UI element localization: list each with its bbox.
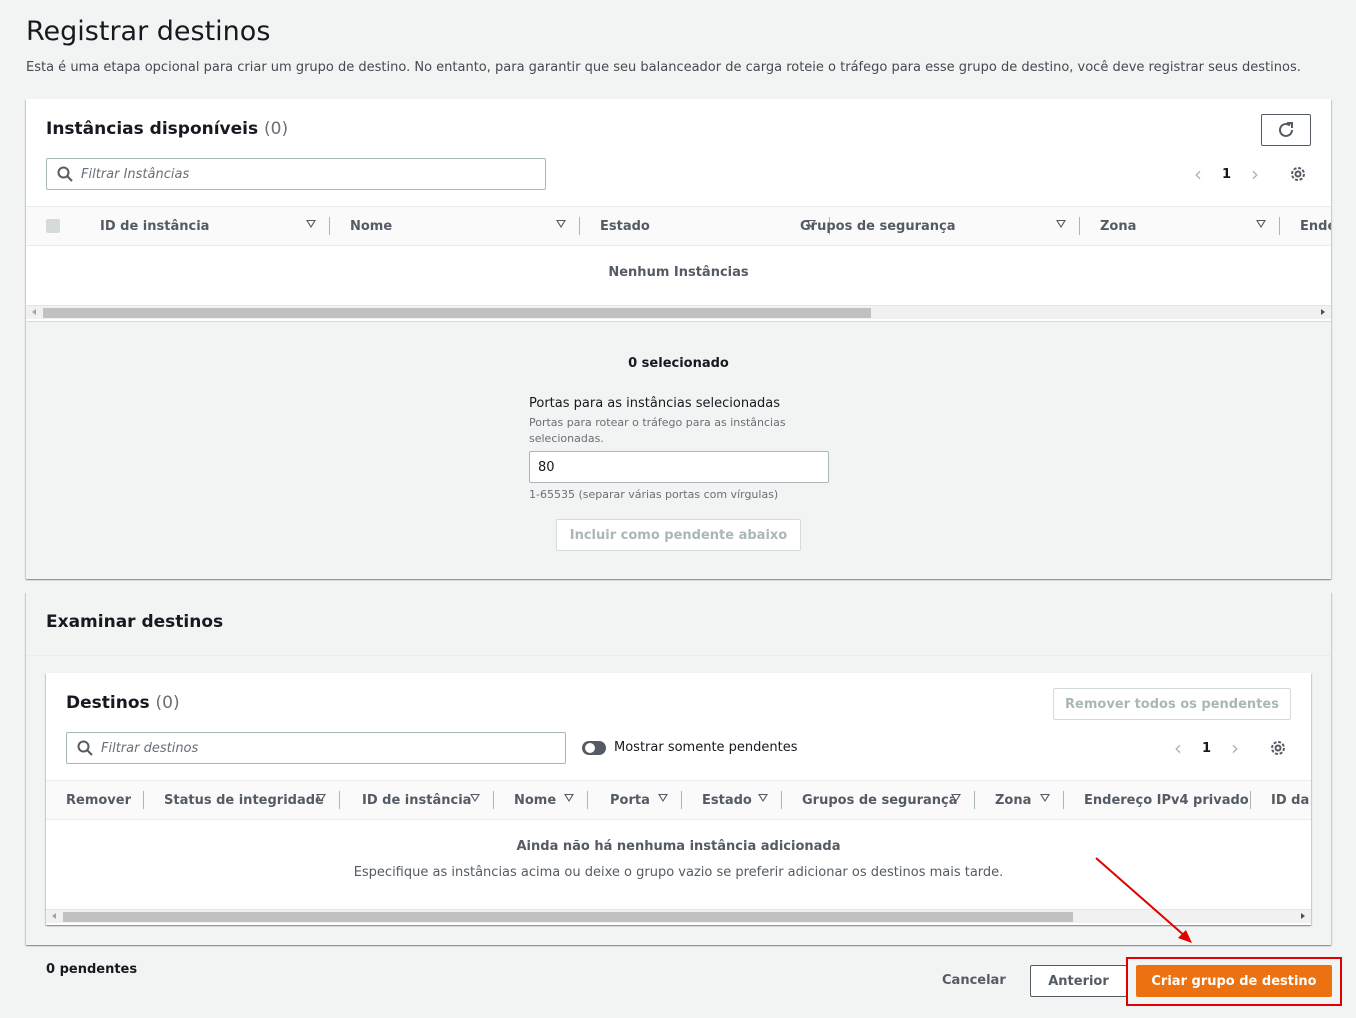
annotation-arrow [1095,857,1192,943]
